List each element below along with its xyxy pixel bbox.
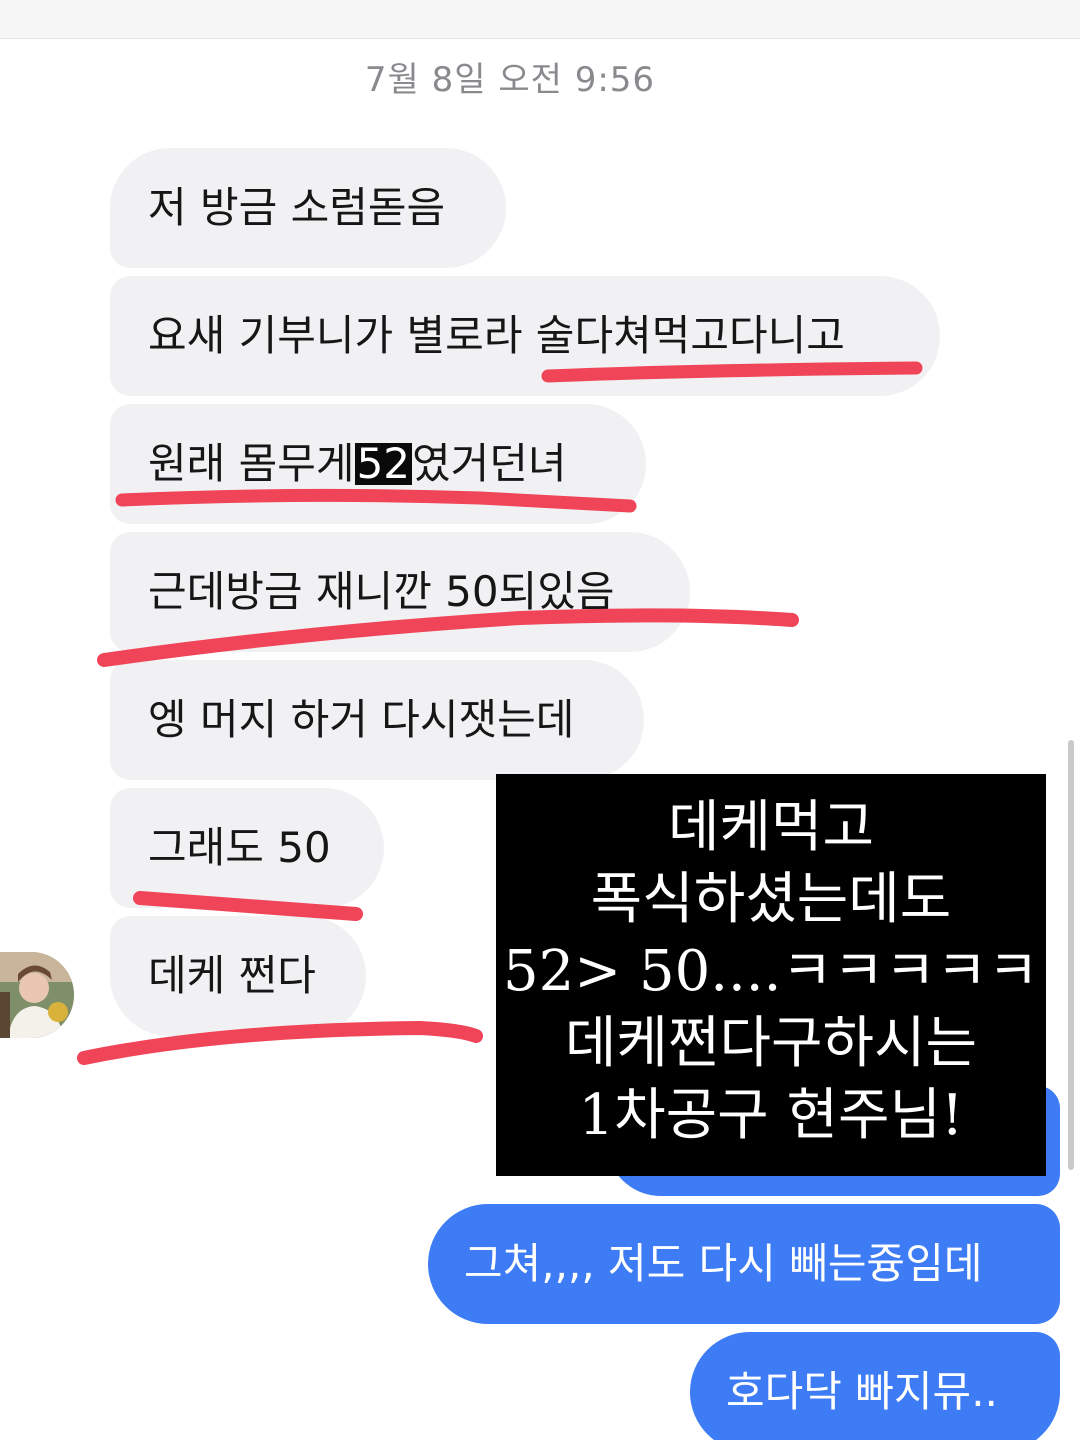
message-timestamp: 7월 8일 오전 9:56	[364, 60, 656, 100]
caption-line: 데케쩐다구하시는	[564, 1011, 978, 1076]
message-text-pre: 원래 몸무게	[148, 439, 355, 488]
message-text: 근데방금 재니깐 50되있음	[148, 567, 615, 616]
sender-avatar[interactable]	[0, 952, 74, 1038]
top-bar	[0, 0, 1080, 39]
message-text-post: 였거던녀	[412, 439, 567, 488]
chat-screen: 7월 8일 오전 9:56 저 방금 소럼돋음 요새 기부니가 별로라 술다쳐먹…	[0, 0, 1080, 1440]
received-message[interactable]: 데케 쩐다	[110, 916, 366, 1036]
sent-message[interactable]: 그쳐,,,, 저도 다시 빼는즁임데	[428, 1204, 1060, 1324]
received-message[interactable]: 원래 몸무게 52 였거던녀	[110, 404, 646, 524]
received-message[interactable]: 근데방금 재니깐 50되있음	[110, 532, 690, 652]
received-message[interactable]: 요새 기부니가 별로라 술다쳐먹고다니고	[110, 276, 940, 396]
message-text: 데케 쩐다	[148, 951, 316, 1000]
highlighted-number: 52	[354, 439, 413, 488]
message-text: 호다닥 빠지뮤..	[726, 1367, 998, 1416]
sent-message[interactable]: 호다닥 빠지뮤..	[690, 1332, 1060, 1440]
caption-overlay: 데케먹고 폭식하셨는데도 52> 50....ㅋㅋㅋㅋㅋ 데케쩐다구하시는 1차…	[496, 774, 1046, 1176]
message-text: 저 방금 소럼돋음	[148, 183, 446, 232]
caption-line: 폭식하셨는데도	[590, 867, 952, 932]
caption-line: 1차공구 현주님!	[578, 1083, 964, 1148]
message-text: 요새 기부니가 별로라 술다쳐먹고다니고	[148, 311, 845, 360]
received-message[interactable]: 엥 머지 하거 다시잿는데	[110, 660, 644, 780]
message-text: 그래도 50	[148, 823, 331, 872]
caption-line: 52> 50....ㅋㅋㅋㅋㅋ	[502, 939, 1040, 1004]
received-message[interactable]: 그래도 50	[110, 788, 384, 908]
message-text: 엥 머지 하거 다시잿는데	[148, 695, 575, 744]
scrollbar[interactable]	[1068, 740, 1074, 1170]
message-text: 그쳐,,,, 저도 다시 빼는즁임데	[464, 1239, 983, 1288]
avatar-photo-icon	[0, 952, 74, 1038]
received-message[interactable]: 저 방금 소럼돋음	[110, 148, 506, 268]
caption-line: 데케먹고	[667, 795, 875, 860]
